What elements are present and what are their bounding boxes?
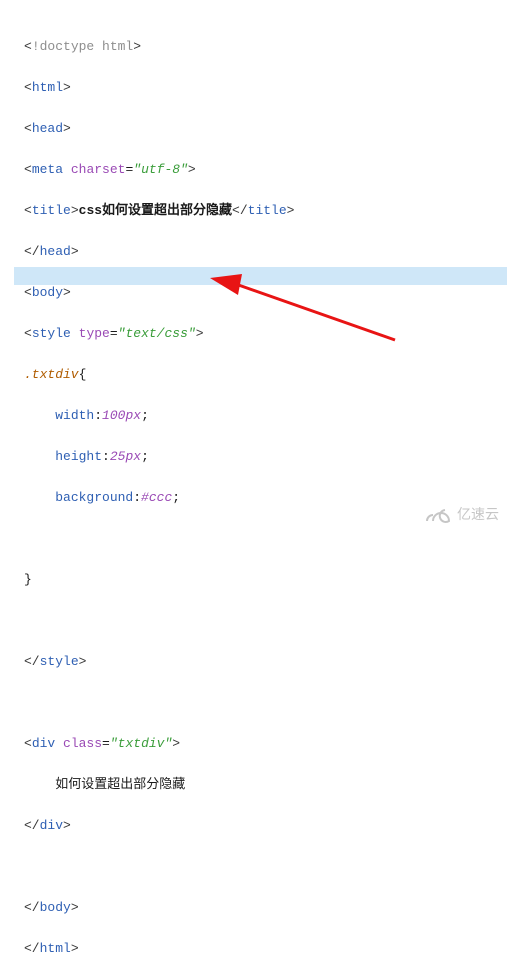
line-brace-close: } [24,570,519,591]
prop-height: height [55,449,102,464]
line-head-open: <head> [24,119,519,140]
line-blank4 [24,857,519,878]
watermark-logo: 亿速云 [421,497,505,529]
line-width: width:100px; [24,406,519,427]
tag-div: div [32,736,55,751]
line-head-close: </head> [24,242,519,263]
brace-close: } [24,572,32,587]
line-body-open: <body> [24,283,519,304]
tag-head-close: head [40,244,71,259]
tag-title-open: title [32,203,71,218]
line-html-open: <html> [24,78,519,99]
tag-div-close: div [40,818,63,833]
attr-charset: charset [71,162,126,177]
tag-style: style [32,326,71,341]
line-html-close: </html> [24,939,519,960]
line-blank3 [24,693,519,714]
code-block: <!doctype html> <html> <head> <meta char… [0,0,519,980]
val-type: "text/css" [118,326,196,341]
line-blank2 [24,611,519,632]
watermark-text: 亿速云 [457,506,499,522]
doctype: !doctype html [32,39,133,54]
line-div-open: <div class="txtdiv"> [24,734,519,755]
line-blank [24,529,519,550]
line-div-text: 如何设置超出部分隐藏 [24,775,519,796]
div-inner-text: 如何设置超出部分隐藏 [55,777,185,792]
val-charset: "utf-8" [133,162,188,177]
line-doctype: <!doctype html> [24,37,519,58]
line-body-close: </body> [24,898,519,919]
line-meta: <meta charset="utf-8"> [24,160,519,181]
tag-body: body [32,285,63,300]
tag-head: head [32,121,63,136]
line-title: <title>css如何设置超出部分隐藏</title> [24,201,519,222]
css-selector: .txtdiv [24,367,79,382]
val-background: #ccc [141,490,172,505]
tag-body-close: body [40,900,71,915]
angle-open: < [24,39,32,54]
val-width: 100px [102,408,141,423]
tag-html: html [32,80,63,95]
line-height: height:25px; [24,447,519,468]
tag-title-close: title [248,203,287,218]
val-height: 25px [110,449,141,464]
tag-meta: meta [32,162,63,177]
line-style-close: </style> [24,652,519,673]
line-div-close: </div> [24,816,519,837]
angle-close: > [133,39,141,54]
tag-html-close: html [40,941,71,956]
prop-background: background [55,490,133,505]
title-text: css如何设置超出部分隐藏 [79,203,232,218]
attr-class: class [63,736,102,751]
tag-style-close: style [40,654,79,669]
line-style-open: <style type="text/css"> [24,324,519,345]
attr-type: type [79,326,110,341]
brace-open: { [79,367,87,382]
line-selector: .txtdiv{ [24,365,519,386]
prop-width: width [55,408,94,423]
val-class: "txtdiv" [110,736,172,751]
